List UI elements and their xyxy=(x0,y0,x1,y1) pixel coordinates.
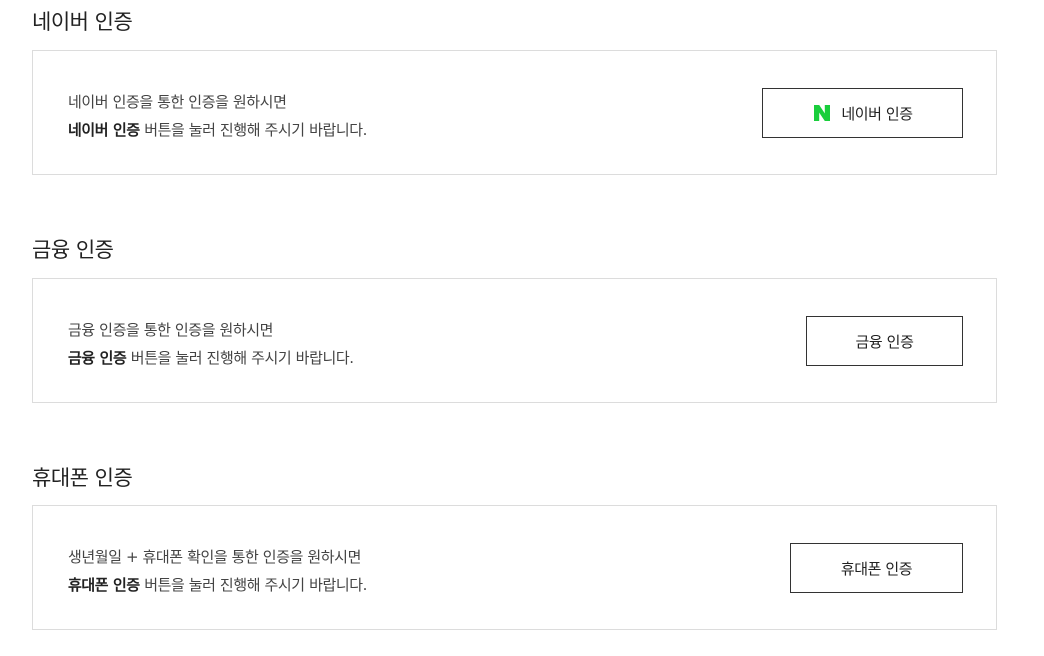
naver-auth-button-label: 네이버 인증 xyxy=(841,104,913,123)
finance-auth-card: 금융 인증을 통한 인증을 원하시면 금융 인증 버튼을 눌러 진행해 주시기 … xyxy=(32,278,997,403)
phone-desc-bold: 휴대폰 인증 xyxy=(68,576,140,594)
naver-logo-icon xyxy=(814,105,831,121)
naver-desc-line1: 네이버 인증을 통한 인증을 원하시면 xyxy=(68,93,287,111)
finance-desc-line2: 금융 인증 버튼을 눌러 진행해 주시기 바랍니다. xyxy=(68,344,354,372)
naver-desc-rest: 버튼을 눌러 진행해 주시기 바랍니다. xyxy=(139,121,368,139)
naver-auth-title: 네이버 인증 xyxy=(32,10,133,34)
naver-desc-line2: 네이버 인증 버튼을 눌러 진행해 주시기 바랍니다. xyxy=(68,116,367,144)
phone-auth-button[interactable]: 휴대폰 인증 xyxy=(790,543,963,593)
finance-desc-rest: 버튼을 눌러 진행해 주시기 바랍니다. xyxy=(126,349,354,367)
phone-desc-rest: 버튼을 눌러 진행해 주시기 바랍니다. xyxy=(139,576,368,594)
phone-auth-card: 생년월일 + 휴대폰 확인을 통한 인증을 원하시면 휴대폰 인증 버튼을 눌러… xyxy=(32,505,997,630)
naver-auth-card: 네이버 인증을 통한 인증을 원하시면 네이버 인증 버튼을 눌러 진행해 주시… xyxy=(32,50,997,175)
naver-auth-button[interactable]: 네이버 인증 xyxy=(762,88,963,138)
finance-auth-button[interactable]: 금융 인증 xyxy=(806,316,963,366)
finance-auth-title: 금융 인증 xyxy=(32,238,114,262)
phone-desc-line1: 생년월일 + 휴대폰 확인을 통한 인증을 원하시면 xyxy=(68,548,361,566)
phone-auth-title: 휴대폰 인증 xyxy=(32,466,133,490)
phone-auth-description: 생년월일 + 휴대폰 확인을 통한 인증을 원하시면 휴대폰 인증 버튼을 눌러… xyxy=(68,543,367,599)
naver-desc-bold: 네이버 인증 xyxy=(68,121,140,139)
phone-desc-line2: 휴대폰 인증 버튼을 눌러 진행해 주시기 바랍니다. xyxy=(68,571,367,599)
naver-auth-description: 네이버 인증을 통한 인증을 원하시면 네이버 인증 버튼을 눌러 진행해 주시… xyxy=(68,88,367,144)
finance-desc-bold: 금융 인증 xyxy=(68,349,127,367)
finance-desc-line1: 금융 인증을 통한 인증을 원하시면 xyxy=(68,321,274,339)
phone-auth-button-label: 휴대폰 인증 xyxy=(840,559,913,578)
finance-auth-description: 금융 인증을 통한 인증을 원하시면 금융 인증 버튼을 눌러 진행해 주시기 … xyxy=(68,316,354,372)
finance-auth-button-label: 금융 인증 xyxy=(855,332,914,351)
